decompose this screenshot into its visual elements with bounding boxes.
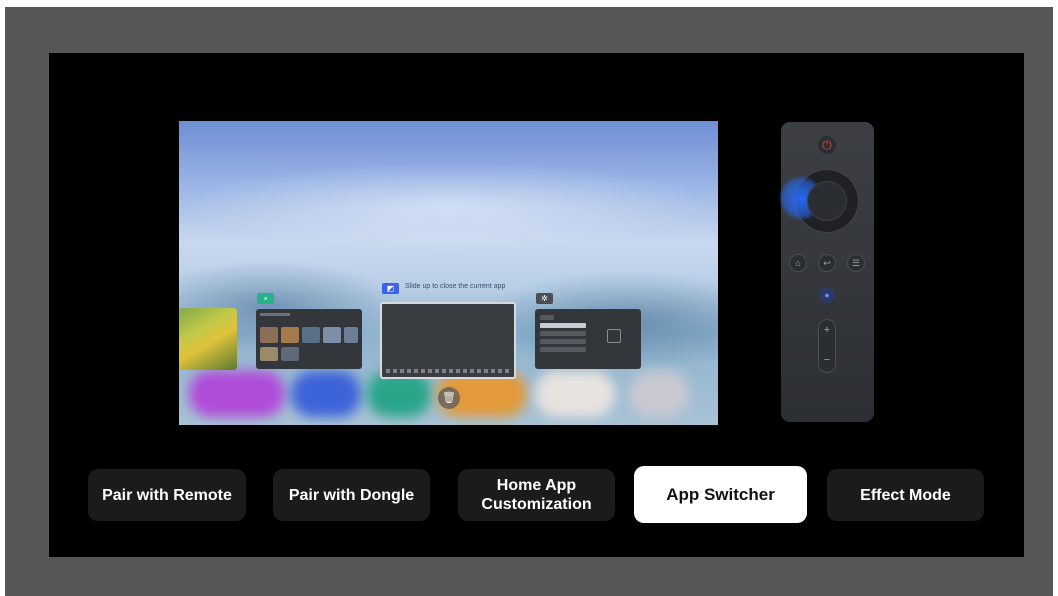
tab-app-switcher[interactable]: App Switcher: [634, 466, 807, 523]
mic-icon[interactable]: ●: [819, 287, 835, 303]
tv-preview: ▪ ◩ Slide up to close the current app ✲ …: [179, 121, 718, 425]
tab-home-app-customization[interactable]: Home App Customization: [458, 469, 615, 521]
settings-row: [540, 331, 586, 336]
settings-row: [540, 323, 586, 328]
thumb: [260, 327, 278, 343]
thumb: [344, 327, 358, 343]
card-title-line: [540, 315, 554, 320]
dock-app-blur-5: [535, 371, 615, 417]
remote-control: ⏻ ⌂ ↩ ☰ ● + −: [779, 122, 874, 422]
settings-row: [540, 347, 586, 352]
settings-row: [540, 339, 586, 344]
recent-app-card-files[interactable]: [256, 309, 362, 369]
gear-icon: ✲: [536, 293, 553, 304]
dock-app-blur-1: [189, 371, 285, 417]
dock-app-blur-6: [629, 371, 689, 417]
trash-icon[interactable]: 🗑: [438, 387, 460, 409]
tab-pair-with-dongle[interactable]: Pair with Dongle: [273, 469, 430, 521]
thumb: [260, 347, 278, 361]
folder-icon: ▪: [257, 293, 274, 304]
dock-app-blur-2: [291, 371, 361, 417]
thumb: [281, 327, 299, 343]
calendar-icon: [607, 329, 621, 343]
thumb: [302, 327, 320, 343]
plus-icon[interactable]: +: [819, 324, 835, 336]
tab-home-app-label: Home App Customization: [481, 477, 592, 513]
menu-icon[interactable]: ☰: [848, 255, 864, 271]
back-icon[interactable]: ↩: [819, 255, 835, 271]
sky-haze: [179, 161, 718, 251]
tab-effect-mode[interactable]: Effect Mode: [827, 469, 984, 521]
swipe-hint: Slide up to close the current app: [405, 283, 506, 290]
volume-rocker[interactable]: + −: [819, 320, 835, 372]
power-icon[interactable]: ⏻: [818, 136, 836, 154]
app-toolbar: [386, 369, 512, 373]
card-title-line: [260, 313, 290, 316]
recent-app-card-current[interactable]: [380, 302, 516, 379]
recent-app-card-settings[interactable]: [535, 309, 641, 369]
tab-pair-with-remote[interactable]: Pair with Remote: [88, 469, 246, 521]
minus-icon[interactable]: −: [819, 354, 835, 366]
home-icon[interactable]: ⌂: [790, 255, 806, 271]
recent-app-card-photos[interactable]: [179, 308, 237, 370]
app-icon: ◩: [382, 283, 399, 294]
thumb: [323, 327, 341, 343]
thumb: [281, 347, 299, 361]
dpad-ok-button[interactable]: [808, 182, 846, 220]
